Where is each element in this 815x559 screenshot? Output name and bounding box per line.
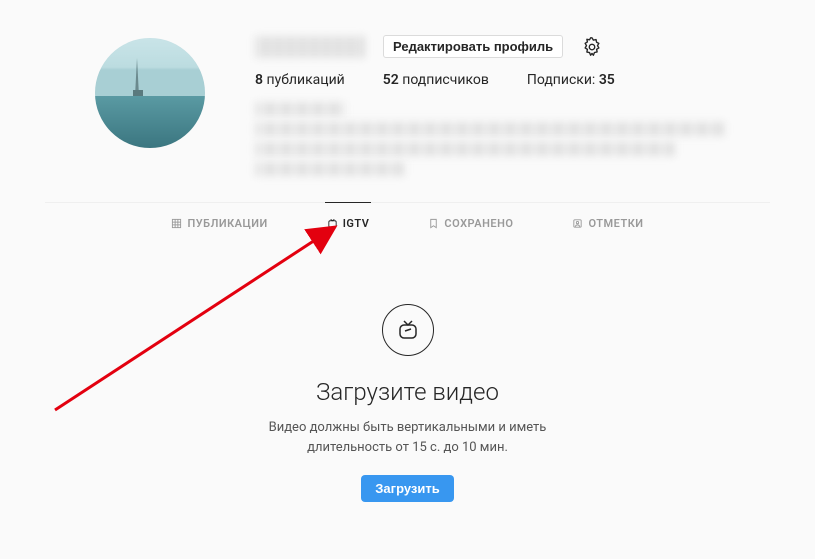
tab-igtv[interactable]: IGTV: [325, 202, 372, 244]
tab-saved-label: СОХРАНЕНО: [444, 217, 513, 230]
followers-label: подписчиков: [402, 72, 489, 88]
following-label: Подписки:: [527, 72, 595, 88]
bookmark-icon: [428, 218, 439, 229]
profile-info: Редактировать профиль 8 публикаций 52 по…: [255, 30, 770, 182]
grid-icon: [171, 218, 182, 229]
username-row: Редактировать профиль: [255, 35, 770, 58]
profile-header: Редактировать профиль 8 публикаций 52 по…: [45, 30, 770, 182]
following-count: 35: [599, 72, 615, 88]
profile-page: Редактировать профиль 8 публикаций 52 по…: [0, 0, 815, 502]
posts-stat: 8 публикаций: [255, 72, 345, 88]
igtv-large-icon: [382, 304, 434, 356]
following-stat[interactable]: Подписки: 35: [527, 72, 615, 88]
username-redacted: [255, 36, 365, 58]
profile-tabs: ПУБЛИКАЦИИ IGTV СОХРАНЕНО ОТМЕТКИ: [45, 203, 770, 244]
tab-posts[interactable]: ПУБЛИКАЦИИ: [169, 202, 269, 244]
edit-profile-button[interactable]: Редактировать профиль: [383, 35, 563, 58]
followers-stat[interactable]: 52 подписчиков: [383, 72, 489, 88]
tab-posts-label: ПУБЛИКАЦИИ: [187, 217, 267, 230]
upload-button[interactable]: Загрузить: [361, 475, 453, 502]
empty-description: Видео должны быть вертикальными и иметь …: [45, 418, 770, 457]
bio-redacted: [255, 102, 735, 176]
tab-saved[interactable]: СОХРАНЕНО: [426, 202, 515, 244]
igtv-icon: [327, 218, 338, 229]
posts-label: публикаций: [266, 72, 344, 88]
tab-tagged-label: ОТМЕТКИ: [588, 217, 643, 230]
avatar-column: [45, 30, 255, 182]
empty-state: Загрузите видео Видео должны быть вертик…: [45, 244, 770, 502]
tab-igtv-label: IGTV: [343, 217, 370, 230]
tab-tagged[interactable]: ОТМЕТКИ: [570, 202, 645, 244]
stats-row: 8 публикаций 52 подписчиков Подписки: 35: [255, 72, 770, 88]
posts-count: 8: [255, 72, 263, 88]
avatar[interactable]: [95, 38, 205, 148]
settings-gear-icon[interactable]: [581, 36, 603, 58]
tagged-icon: [572, 218, 583, 229]
followers-count: 52: [383, 72, 399, 88]
empty-title: Загрузите видео: [45, 378, 770, 406]
